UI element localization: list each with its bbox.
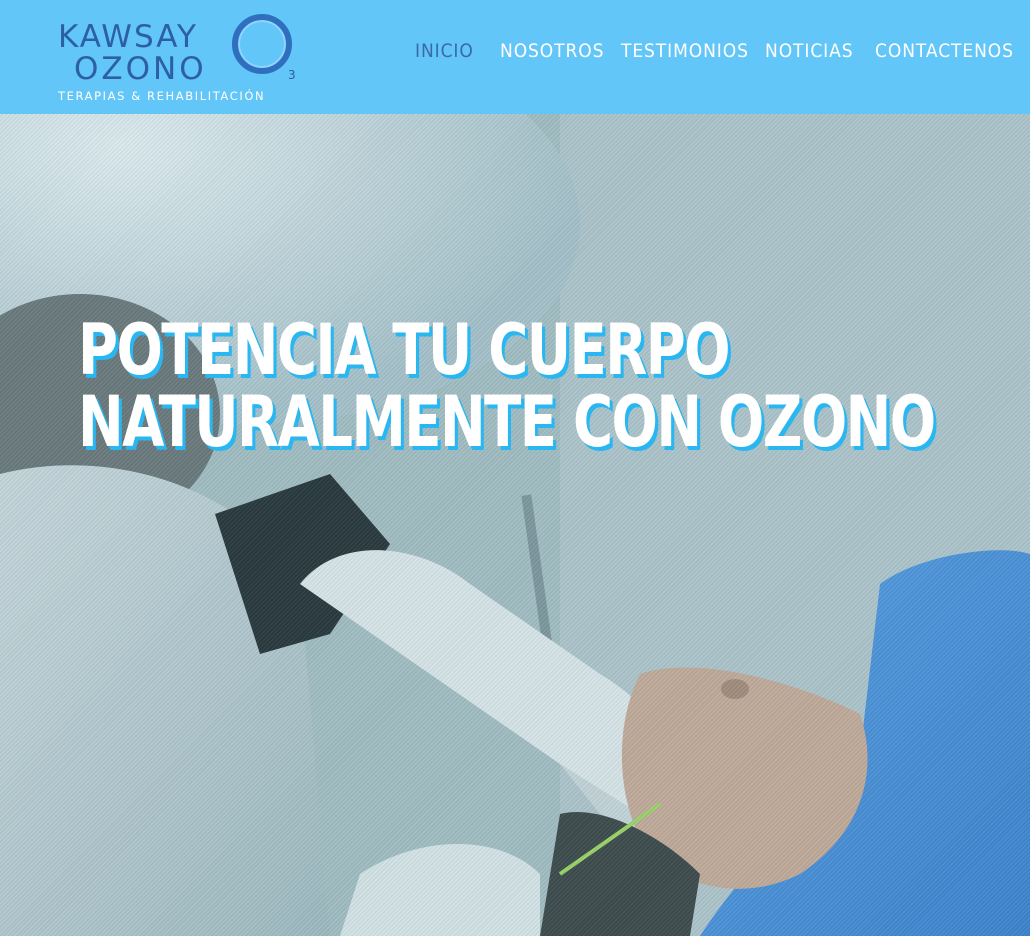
- nav-item-inicio[interactable]: INICIO: [415, 40, 474, 62]
- site-header: KAWSAY OZONO 3 TERAPIAS & REHABILITACIÓN…: [0, 0, 1030, 114]
- brand-tagline: TERAPIAS & REHABILITACIÓN: [58, 89, 266, 103]
- nav-item-testimonios[interactable]: TESTIMONIOS: [621, 40, 749, 62]
- nav-item-contactenos[interactable]: CONTACTENOS: [875, 40, 1014, 62]
- hero-title-line1: POTENCIA TU CUERPO: [78, 309, 731, 391]
- hero-background-image: [0, 114, 1030, 936]
- hero-title-line2: NATURALMENTE CON OZONO: [78, 381, 936, 463]
- main-nav: INICIO NOSOTROS TESTIMONIOS NOTICIAS CON…: [0, 40, 1030, 68]
- hero-title: POTENCIA TU CUERPO NATURALMENTE CON OZON…: [78, 309, 936, 463]
- nav-item-nosotros[interactable]: NOSOTROS: [500, 40, 604, 62]
- hero-banner: POTENCIA TU CUERPO NATURALMENTE CON OZON…: [0, 114, 1030, 936]
- brand-subscript: 3: [288, 68, 296, 82]
- nav-item-noticias[interactable]: NOTICIAS: [765, 40, 853, 62]
